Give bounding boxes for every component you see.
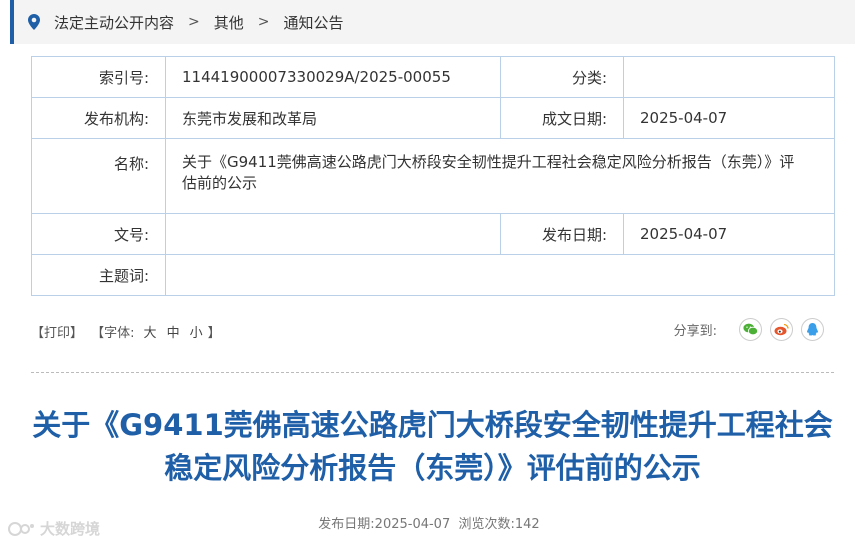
share-label: 分享到:	[673, 324, 717, 339]
breadcrumb: 法定主动公开内容 > 其他 > 通知公告	[10, 0, 855, 44]
article-tools: 【打印】 【字体: 大中小】	[31, 322, 225, 341]
created-date-label: 成文日期:	[500, 97, 624, 139]
location-pin-icon	[28, 14, 40, 30]
index-value: 11441900007330029A/2025-00055	[165, 56, 501, 98]
watermark-logo-icon	[8, 521, 34, 536]
qq-icon[interactable]	[801, 318, 824, 341]
index-label: 索引号:	[31, 56, 166, 98]
wechat-icon[interactable]	[739, 318, 762, 341]
print-button[interactable]: 【打印】	[31, 326, 83, 341]
meta-row-name: 名称: 关于《G9411莞佛高速公路虎门大桥段安全韧性提升工程社会稳定风险分析报…	[31, 138, 835, 214]
subject-label: 主题词:	[31, 254, 166, 296]
pub-date-value: 2025-04-07	[374, 517, 451, 532]
font-medium-button[interactable]: 中	[167, 326, 180, 341]
divider	[31, 372, 834, 373]
publisher-label: 发布机构:	[31, 97, 166, 139]
meta-row-subject: 主题词:	[31, 254, 835, 296]
meta-row-docno: 文号: 发布日期: 2025-04-07	[31, 213, 835, 255]
views-label: 浏览次数:	[458, 517, 515, 532]
category-value	[623, 56, 835, 98]
docno-value	[165, 213, 501, 255]
created-date-value: 2025-04-07	[623, 97, 835, 139]
meta-row-index: 索引号: 11441900007330029A/2025-00055 分类:	[31, 56, 835, 98]
font-large-button[interactable]: 大	[144, 326, 157, 341]
breadcrumb-item-public-content[interactable]: 法定主动公开内容	[54, 12, 174, 33]
docno-label: 文号:	[31, 213, 166, 255]
breadcrumb-item-other[interactable]: 其他	[214, 12, 244, 33]
font-small-button[interactable]: 小	[190, 326, 203, 341]
pub-date-label: 发布日期:	[318, 517, 375, 532]
category-label: 分类:	[500, 56, 624, 98]
breadcrumb-item-notices[interactable]: 通知公告	[284, 12, 344, 33]
views-count: 142	[514, 517, 540, 532]
name-label: 名称:	[31, 138, 166, 214]
chevron-right-icon: >	[257, 14, 270, 30]
pubdate-value: 2025-04-07	[623, 213, 835, 255]
article-title: 关于《G9411莞佛高速公路虎门大桥段安全韧性提升工程社会稳定风险分析报告（东莞…	[32, 408, 833, 485]
name-value: 关于《G9411莞佛高速公路虎门大桥段安全韧性提升工程社会稳定风险分析报告（东莞…	[165, 138, 835, 214]
watermark-text: 大数跨境	[40, 520, 101, 538]
meta-row-publisher: 发布机构: 东莞市发展和改革局 成文日期: 2025-04-07	[31, 97, 835, 139]
weibo-icon[interactable]	[770, 318, 793, 341]
pubdate-label: 发布日期:	[500, 213, 624, 255]
publisher-value: 东莞市发展和改革局	[165, 97, 501, 139]
font-size-suffix: 】	[207, 326, 221, 341]
document-meta-table: 索引号: 11441900007330029A/2025-00055 分类: 发…	[31, 56, 835, 296]
subject-value	[165, 254, 835, 296]
article-pub-info: 发布日期:2025-04-07 浏览次数:142	[0, 513, 858, 532]
chevron-right-icon: >	[188, 14, 200, 30]
watermark: 大数跨境	[8, 518, 100, 539]
font-size-label: 【字体:	[91, 326, 135, 341]
share-bar: 分享到:	[674, 318, 824, 341]
